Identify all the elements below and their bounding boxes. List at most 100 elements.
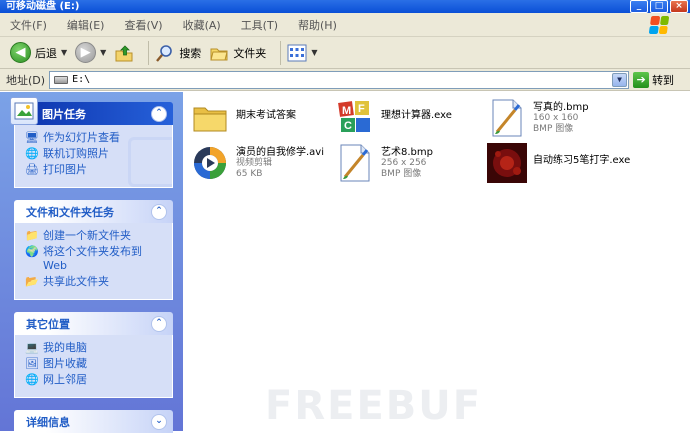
go-label: 转到 <box>652 73 675 87</box>
file-type: 视频剪辑 <box>236 158 273 168</box>
search-button[interactable]: 搜索 <box>155 43 201 63</box>
place-label: 我的电脑 <box>43 341 87 354</box>
place-network[interactable]: 🌐 网上邻居 <box>25 373 164 387</box>
mfc-app-icon: M F C <box>333 96 377 140</box>
file-size: 65 KB <box>236 169 263 179</box>
file-name: 写真的.bmp <box>533 102 589 113</box>
task-share-folder[interactable]: 📂 共享此文件夹 <box>25 275 164 289</box>
collapse-chevron-icon[interactable]: ⌃ <box>151 315 167 332</box>
file-folder-tasks-body: 📁 创建一个新文件夹 🌍 将这个文件夹发布到 Web 📂 共享此文件夹 <box>14 223 173 300</box>
my-computer-icon: 💻 <box>25 341 39 354</box>
other-places-body: 💻 我的电脑 🖼 图片收藏 🌐 网上邻居 <box>14 335 173 398</box>
forward-dropdown-icon[interactable]: ▼ <box>100 48 106 57</box>
toolbar: ◀ 后退 ▼ ▶ ▼ 搜索 文件夹 ▼ <box>0 37 690 69</box>
file-item[interactable]: 艺术8.bmp 256 x 256 BMP 图像 <box>333 141 433 185</box>
file-text: 理想计算器.exe <box>381 96 452 121</box>
collapse-chevron-icon[interactable]: ⌃ <box>151 105 167 122</box>
details-header[interactable]: 详细信息 ⌄ <box>14 410 173 433</box>
other-places-header[interactable]: 其它位置 ⌃ <box>14 312 173 335</box>
file-folder-tasks-title: 文件和文件夹任务 <box>26 205 114 219</box>
picture-tasks-icon <box>10 97 38 125</box>
windows-logo-icon <box>648 16 670 34</box>
new-folder-icon: 📁 <box>25 229 39 242</box>
file-text: 自动练习5笔打字.exe <box>533 141 630 166</box>
menu-tools[interactable]: 工具(T) <box>241 17 278 33</box>
file-text: 写真的.bmp 160 x 160 BMP 图像 <box>533 96 589 135</box>
slideshow-icon: 🖥 <box>25 131 39 144</box>
picture-tasks-body: 🖥 作为幻灯片查看 🌐 联机订购照片 🖨 打印图片 <box>14 125 173 188</box>
address-value: E:\ <box>72 74 91 85</box>
file-item[interactable]: 自动练习5笔打字.exe <box>485 141 630 185</box>
address-input[interactable]: E:\ ▼ <box>49 70 630 89</box>
forward-button[interactable]: ▶ ▼ <box>75 42 106 63</box>
file-item[interactable]: 演员的自我修学.avi 视频剪辑 65 KB <box>188 141 324 185</box>
views-dropdown-icon[interactable]: ▼ <box>311 48 317 57</box>
svg-text:M: M <box>342 105 351 117</box>
maximize-button[interactable]: □ <box>650 0 668 13</box>
go-button[interactable]: ➔ 转到 <box>633 71 675 88</box>
back-dropdown-icon[interactable]: ▼ <box>61 48 67 57</box>
views-icon <box>287 44 307 61</box>
up-folder-button[interactable] <box>114 43 134 63</box>
file-folder-tasks-panel: 文件和文件夹任务 ⌃ 📁 创建一个新文件夹 🌍 将这个文件夹发布到 Web 📂 … <box>14 200 173 300</box>
back-arrow-icon: ◀ <box>10 42 31 63</box>
title-bar: 可移动磁盘 (E:) _ □ × <box>0 0 690 13</box>
folders-button[interactable]: 文件夹 <box>209 43 266 63</box>
toolbar-separator <box>148 40 150 65</box>
task-label: 将这个文件夹发布到 Web <box>43 245 142 272</box>
back-button[interactable]: ◀ 后退 ▼ <box>10 42 67 63</box>
menu-file[interactable]: 文件(F) <box>10 17 47 33</box>
window-controls: _ □ × <box>630 0 688 13</box>
picture-tasks-panel: 图片任务 ⌃ 🖥 作为幻灯片查看 🌐 联机订购照片 🖨 打印图片 <box>10 97 173 188</box>
drive-icon <box>54 75 69 84</box>
file-item[interactable]: 写真的.bmp 160 x 160 BMP 图像 <box>485 96 589 140</box>
task-label: 作为幻灯片查看 <box>43 131 120 144</box>
address-bar: 地址(D) E:\ ▼ ➔ 转到 <box>0 69 690 91</box>
file-name: 自动练习5笔打字.exe <box>533 155 631 166</box>
bmp-image-icon <box>333 141 377 185</box>
other-places-panel: 其它位置 ⌃ 💻 我的电脑 🖼 图片收藏 🌐 网上邻居 <box>14 312 173 398</box>
address-dropdown-icon[interactable]: ▼ <box>612 72 628 87</box>
details-title: 详细信息 <box>26 415 70 429</box>
toolbar-separator <box>280 40 282 65</box>
collapse-chevron-icon[interactable]: ⌃ <box>151 203 167 220</box>
task-publish-web[interactable]: 🌍 将这个文件夹发布到 Web <box>25 245 164 273</box>
menu-help[interactable]: 帮助(H) <box>298 17 337 33</box>
expand-chevron-icon[interactable]: ⌄ <box>151 413 167 430</box>
views-button[interactable]: ▼ <box>287 44 317 62</box>
menu-edit[interactable]: 编辑(E) <box>67 17 105 33</box>
place-my-pictures[interactable]: 🖼 图片收藏 <box>25 357 164 371</box>
close-button[interactable]: × <box>670 0 688 13</box>
place-my-computer[interactable]: 💻 我的电脑 <box>25 341 164 355</box>
place-label: 网上邻居 <box>43 373 87 386</box>
folders-icon <box>210 48 228 60</box>
file-text: 演员的自我修学.avi 视频剪辑 65 KB <box>236 141 324 180</box>
watermark-text: FREEBUF <box>265 383 483 429</box>
search-label: 搜索 <box>179 46 202 60</box>
file-dimensions: 160 x 160 <box>533 113 579 123</box>
file-folder-tasks-header[interactable]: 文件和文件夹任务 ⌃ <box>14 200 173 223</box>
menu-bar: 文件(F) 编辑(E) 查看(V) 收藏(A) 工具(T) 帮助(H) <box>0 13 690 37</box>
share-folder-icon: 📂 <box>25 275 39 288</box>
file-name: 期末考试答案 <box>236 110 296 121</box>
printer-icon: 🖨 <box>25 163 39 176</box>
folder-icon <box>188 96 232 140</box>
window-title: 可移动磁盘 (E:) <box>6 1 80 12</box>
minimize-button[interactable]: _ <box>630 0 648 13</box>
menu-view[interactable]: 查看(V) <box>124 17 162 33</box>
svg-text:C: C <box>344 120 352 132</box>
file-name: 理想计算器.exe <box>381 110 452 121</box>
picture-tasks-header[interactable]: 图片任务 ⌃ <box>10 97 173 125</box>
task-label: 创建一个新文件夹 <box>43 229 131 242</box>
file-dimensions: 256 x 256 <box>381 158 427 168</box>
file-text: 期末考试答案 <box>236 96 296 121</box>
file-item[interactable]: M F C 理想计算器.exe <box>333 96 452 140</box>
search-icon <box>156 44 173 62</box>
file-list-area: 期末考试答案 M F C 理想计算器.exe 写真的.bmp 160 x 160… <box>183 92 690 431</box>
menu-favorites[interactable]: 收藏(A) <box>183 17 221 33</box>
task-new-folder[interactable]: 📁 创建一个新文件夹 <box>25 229 164 243</box>
details-panel: 详细信息 ⌄ <box>14 410 173 433</box>
go-arrow-icon: ➔ <box>633 71 650 88</box>
file-item[interactable]: 期末考试答案 <box>188 96 296 140</box>
my-pictures-icon: 🖼 <box>25 357 39 370</box>
